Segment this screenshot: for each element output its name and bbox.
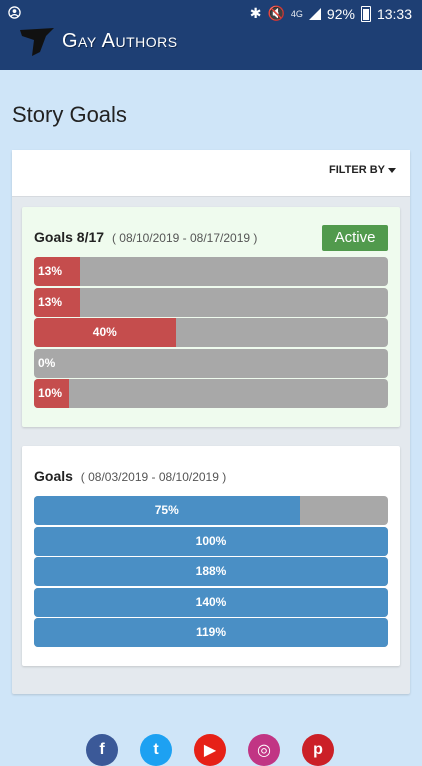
progress-bars: 13% 13% 40% 0% 10% — [34, 257, 388, 410]
clock: 13:33 — [376, 5, 412, 22]
mute-icon: 🔇 — [267, 5, 285, 21]
battery-icon — [360, 5, 371, 22]
progress-bar-label: 75% — [154, 503, 179, 517]
app-header: ✱ 🔇 4G 92% 13:33 Gay Authors — [0, 0, 422, 70]
youtube-icon[interactable]: ▶ — [194, 734, 226, 766]
brand-name: Gay Authors — [62, 29, 178, 52]
progress-bar-label: 140% — [195, 594, 227, 609]
social-links: f t ▶ ◎ p — [86, 734, 334, 766]
status-bar-right: ✱ 🔇 4G 92% 13:33 — [250, 5, 412, 22]
signal-icon — [308, 7, 321, 20]
progress-bar: 10% — [34, 379, 388, 408]
site-logo[interactable]: Gay Authors — [18, 26, 178, 56]
goal-card-past: Goals ( 08/03/2019 - 08/10/2019 ) 75% 100… — [22, 446, 400, 666]
filter-bar: FILTER BY — [12, 150, 410, 197]
progress-bar-label: 119% — [195, 625, 227, 639]
pinterest-icon[interactable]: p — [302, 734, 334, 766]
progress-bar-label: 10% — [38, 386, 63, 400]
goal-heading: Goals 8/17 ( 08/10/2019 - 08/17/2019 ) — [34, 229, 257, 245]
progress-bar: 100% — [34, 526, 388, 556]
progress-bar-label: 13% — [38, 294, 63, 309]
logo-mark-icon — [20, 28, 54, 56]
account-circle-icon — [8, 6, 21, 19]
progress-bar-label: 13% — [38, 264, 63, 278]
progress-bar-label: 0% — [38, 355, 56, 370]
filter-by-dropdown[interactable]: FILTER BY — [329, 164, 396, 176]
goal-heading: Goals ( 08/03/2019 - 08/10/2019 ) — [34, 468, 226, 484]
progress-bar-label: 40% — [92, 325, 117, 339]
caret-down-icon — [388, 167, 396, 173]
progress-bar-label: 100% — [195, 533, 227, 548]
progress-bar-label: 188% — [195, 564, 227, 578]
progress-bar: 13% — [34, 287, 388, 317]
progress-bar: 75% — [34, 496, 388, 525]
goal-card-active: Goals 8/17 ( 08/10/2019 - 08/17/2019 ) A… — [22, 207, 400, 427]
progress-bar: 140% — [34, 587, 388, 617]
goal-dates: ( 08/10/2019 - 08/17/2019 ) — [111, 231, 258, 245]
network-type: 4G — [290, 8, 303, 19]
progress-bar: 0% — [34, 348, 388, 378]
progress-bar: 40% — [34, 318, 388, 347]
goal-name: Goals — [34, 468, 73, 484]
progress-bar: 13% — [34, 257, 388, 286]
goal-name: Goals 8/17 — [34, 229, 105, 245]
bluetooth-icon: ✱ — [249, 5, 262, 21]
twitter-icon[interactable]: t — [140, 734, 172, 766]
progress-bar: 188% — [34, 557, 388, 586]
facebook-icon[interactable]: f — [86, 734, 118, 766]
goals-panel: FILTER BY Goals 8/17 ( 08/10/2019 - 08/1… — [12, 150, 410, 694]
progress-bars: 75% 100% 188% 140% 119% — [34, 496, 388, 649]
status-bar-left — [8, 6, 21, 24]
progress-bar: 119% — [34, 618, 388, 647]
battery-percent: 92% — [326, 5, 355, 22]
status-badge: Active — [322, 225, 388, 251]
page-title: Story Goals — [12, 102, 127, 127]
instagram-icon[interactable]: ◎ — [248, 734, 280, 766]
filter-label: FILTER BY — [328, 164, 385, 176]
goal-dates: ( 08/03/2019 - 08/10/2019 ) — [80, 470, 227, 484]
